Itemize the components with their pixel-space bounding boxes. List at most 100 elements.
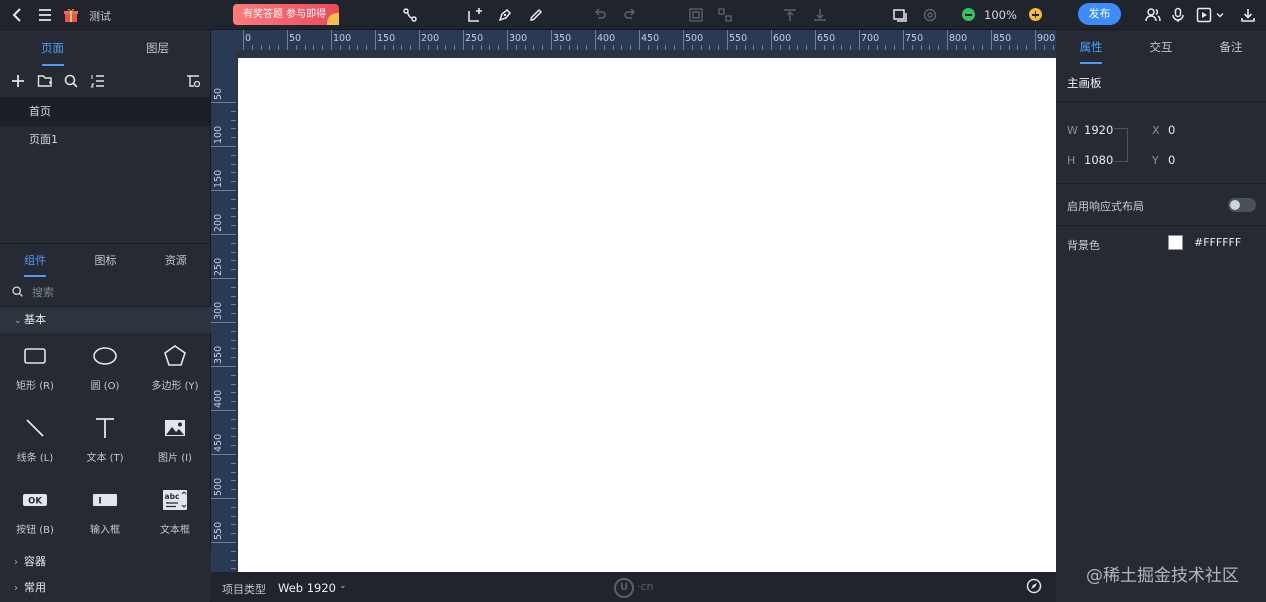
ruler-h-tick bbox=[973, 45, 975, 50]
pencil-icon[interactable] bbox=[526, 5, 546, 25]
component-input[interactable]: I 输入框 bbox=[70, 477, 140, 549]
component-image[interactable]: 图片 (I) bbox=[140, 405, 210, 477]
gift-icon[interactable] bbox=[61, 5, 81, 25]
ruler-v-tick bbox=[231, 506, 236, 508]
tab-notes[interactable]: 备注 bbox=[1196, 30, 1266, 64]
page-item-home[interactable]: 首页 bbox=[0, 98, 210, 126]
ruler-h-tick bbox=[366, 45, 368, 50]
responsive-label: 启用响应式布局 bbox=[1067, 200, 1144, 213]
image-icon bbox=[165, 420, 185, 436]
undo-icon[interactable] bbox=[590, 5, 610, 25]
add-icon[interactable] bbox=[10, 73, 26, 89]
tab-resources[interactable]: 资源 bbox=[141, 244, 211, 277]
project-type-select[interactable]: Web 1920 bbox=[278, 581, 336, 595]
ruler-h-tick bbox=[788, 45, 790, 50]
document-title[interactable]: 测试 bbox=[89, 8, 111, 24]
responsive-toggle[interactable] bbox=[1228, 198, 1256, 212]
vertical-ruler[interactable]: 5010015020025030035040045050055060 bbox=[211, 50, 236, 572]
ruler-h-tick bbox=[269, 45, 271, 50]
align-bottom-icon[interactable] bbox=[810, 5, 830, 25]
redo-icon[interactable] bbox=[620, 5, 640, 25]
zoom-level[interactable]: 100% bbox=[984, 8, 1017, 22]
group-common[interactable]: › 常用 bbox=[0, 575, 211, 601]
y-field[interactable]: 0 bbox=[1168, 153, 1175, 167]
height-field[interactable]: 1080 bbox=[1084, 153, 1113, 167]
text-icon bbox=[96, 418, 114, 438]
component-ellipse[interactable]: 圆 (O) bbox=[70, 333, 140, 405]
bottom-bar: 项目类型 Web 1920 ⌄ U ·cn bbox=[211, 572, 1056, 602]
ruler-h-label: 900 bbox=[1037, 33, 1056, 44]
page-toolbar bbox=[0, 66, 210, 98]
ruler-h-tick bbox=[929, 45, 931, 50]
search-input[interactable] bbox=[30, 282, 200, 302]
sort-icon[interactable] bbox=[90, 73, 106, 89]
button-icon-glyph: OK bbox=[28, 497, 42, 507]
align-icon[interactable] bbox=[686, 5, 706, 25]
component-button[interactable]: OK 按钮 (B) bbox=[0, 477, 70, 549]
collaborator-icon[interactable] bbox=[1143, 5, 1163, 25]
width-field[interactable]: 1920 bbox=[1084, 123, 1113, 137]
aspect-lock-icon[interactable] bbox=[1114, 128, 1128, 162]
tab-pages[interactable]: 页面 bbox=[0, 30, 105, 66]
group-basic[interactable]: ⌄ 基本 bbox=[0, 307, 211, 333]
background-hex[interactable]: #FFFFFF bbox=[1194, 236, 1241, 249]
tab-layers[interactable]: 图层 bbox=[105, 30, 210, 66]
page-settings-icon[interactable] bbox=[185, 73, 201, 89]
align-top-icon[interactable] bbox=[780, 5, 800, 25]
ruler-v-tick bbox=[211, 146, 236, 147]
ruler-v-label: 200 bbox=[213, 213, 224, 232]
search-icon bbox=[12, 286, 23, 297]
zoom-plus-icon[interactable] bbox=[1029, 8, 1042, 21]
horizontal-ruler[interactable]: 0 50 100 150 200 250 300 350 400 450 500 550 600 650 7… bbox=[236, 30, 1056, 50]
menu-icon[interactable] bbox=[35, 5, 55, 25]
logo-text: ·cn bbox=[637, 580, 654, 593]
promo-banner[interactable]: 有奖答题 参与即得 bbox=[233, 4, 339, 25]
search-icon[interactable] bbox=[63, 73, 79, 89]
component-rectangle[interactable]: 矩形 (R) bbox=[0, 333, 70, 405]
download-icon[interactable] bbox=[1238, 5, 1258, 25]
ruler-h-tick bbox=[392, 45, 394, 50]
watermark: @稀土掘金技术社区 bbox=[1086, 566, 1239, 586]
publish-button[interactable]: 发布 bbox=[1078, 3, 1121, 25]
component-polygon[interactable]: 多边形 (Y) bbox=[140, 333, 210, 405]
mic-icon[interactable] bbox=[1168, 5, 1188, 25]
background-swatch[interactable] bbox=[1168, 235, 1183, 250]
zoom-minus-icon[interactable] bbox=[962, 8, 975, 21]
add-folder-icon[interactable] bbox=[37, 73, 53, 89]
back-icon[interactable] bbox=[8, 5, 28, 25]
fit-screen-icon[interactable] bbox=[890, 5, 910, 25]
pen-icon[interactable] bbox=[495, 5, 515, 25]
chevron-down-icon[interactable] bbox=[1214, 5, 1226, 25]
tab-components[interactable]: 组件 bbox=[0, 244, 70, 277]
ruler-h-tick bbox=[665, 45, 667, 50]
component-label: 矩形 (R) bbox=[16, 381, 54, 392]
frame-icon[interactable] bbox=[465, 5, 485, 25]
ruler-v-tick bbox=[231, 392, 236, 394]
compass-icon[interactable] bbox=[1026, 578, 1042, 594]
ruler-v-tick bbox=[231, 172, 236, 174]
ruler-v-tick bbox=[231, 251, 236, 253]
connector-icon[interactable] bbox=[400, 5, 420, 25]
component-text[interactable]: 文本 (T) bbox=[70, 405, 140, 477]
ruler-h-tick bbox=[515, 45, 517, 50]
ruler-h-tick bbox=[542, 45, 544, 50]
tab-properties[interactable]: 属性 bbox=[1056, 30, 1126, 64]
group-container[interactable]: › 容器 bbox=[0, 549, 211, 575]
tab-interactions[interactable]: 交互 bbox=[1126, 30, 1196, 64]
tab-icons[interactable]: 图标 bbox=[70, 244, 140, 277]
ruler-h-label: 800 bbox=[949, 33, 968, 44]
ruler-h-tick bbox=[1008, 45, 1010, 50]
x-field[interactable]: 0 bbox=[1168, 123, 1175, 137]
component-label: 多边形 (Y) bbox=[151, 381, 199, 392]
settings-icon[interactable] bbox=[920, 5, 940, 25]
artboard[interactable] bbox=[238, 58, 1056, 572]
play-icon[interactable] bbox=[1194, 5, 1214, 25]
ruler-h-tick bbox=[779, 45, 781, 50]
component-textarea[interactable]: abc 文本框 bbox=[140, 477, 210, 549]
chevron-down-icon[interactable]: ⌄ bbox=[339, 581, 347, 591]
component-line[interactable]: 线条 (L) bbox=[0, 405, 70, 477]
page-item-page1[interactable]: 页面1 bbox=[0, 126, 210, 154]
ruler-h-tick bbox=[339, 45, 341, 50]
x-label: X bbox=[1152, 124, 1160, 137]
distribute-icon[interactable] bbox=[715, 5, 735, 25]
